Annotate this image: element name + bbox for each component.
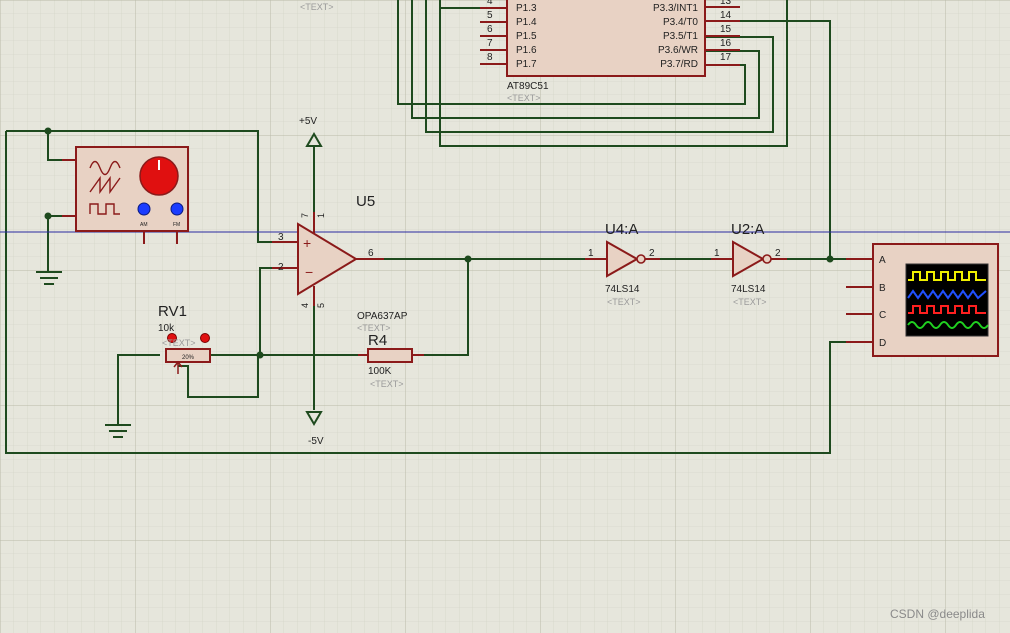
mcu-name: AT89C51 (507, 81, 549, 92)
r4-body (367, 348, 413, 363)
u2a-ref: U2:A (731, 221, 764, 238)
u4a-ref: U4:A (605, 221, 638, 238)
rv1-increase-icon[interactable] (200, 333, 210, 343)
r4-value: 100K (368, 366, 392, 377)
fm-terminal-icon[interactable] (170, 202, 184, 216)
u4a-text-placeholder: <TEXT> (607, 297, 641, 307)
junction-feedback (464, 255, 472, 263)
scope-channel-b: B (879, 283, 886, 294)
opamp-pin-bot: 4 (300, 303, 310, 308)
mcu-right-pin-label: P3.7/RD (660, 59, 698, 70)
opamp-pin-top2: 1 (316, 213, 326, 218)
mcu-left-pin-num: 4 (487, 0, 493, 7)
mcu-left-pin-num: 8 (487, 52, 493, 63)
opamp-minus-symbol: − (305, 264, 313, 280)
u2a-pin-in: 1 (714, 248, 720, 259)
opamp-pin-bot2: 5 (316, 303, 326, 308)
opamp-pin-top: 7 (300, 213, 310, 218)
signal-generator[interactable]: AM FM (62, 146, 189, 244)
watermark: CSDN @deeplida (890, 607, 985, 621)
mcu-text-placeholder: <TEXT> (507, 93, 541, 103)
opamp-pin-minus: 2 (278, 262, 284, 273)
u4a-bubble (636, 254, 646, 264)
am-terminal-icon[interactable] (137, 202, 151, 216)
scope-channel-c: C (879, 310, 886, 321)
opamp-ref: U5 (356, 193, 375, 210)
junction-scope-a (826, 255, 834, 263)
u2a-part: 74LS14 (731, 284, 766, 295)
u4a-pin-in: 1 (588, 248, 594, 259)
mcu-right-pin-label: P3.5/T1 (663, 31, 698, 42)
vminus-label: -5V (308, 436, 324, 447)
mcu-left-pin-label: P1.4 (516, 17, 537, 28)
mcu-right-pin-num: 16 (720, 38, 732, 49)
mcu-left-pin-num: 6 (487, 24, 493, 35)
fm-label: FM (173, 222, 180, 228)
mcu-left-pin-label: P1.7 (516, 59, 537, 70)
rv1-ref: RV1 (158, 303, 187, 320)
mcu-right-pin-label: P3.4/T0 (663, 17, 698, 28)
mcu-right-pin-label: P3.3/INT1 (653, 3, 698, 14)
mcu-right-pin-num: 13 (720, 0, 732, 7)
opamp-part: OPA637AP (357, 311, 408, 322)
rv1-value: 10k (158, 323, 175, 334)
u4a-pin-out: 2 (649, 248, 655, 259)
grid-major (0, 0, 1010, 633)
mcu-right-pin-num: 15 (720, 24, 732, 35)
am-label: AM (140, 222, 148, 228)
mcu-right-pin-label: P3.6/WR (658, 45, 698, 56)
schematic-canvas: <TEXT> 4 P1.3 5 P1.4 6 P1.5 7 P1.6 8 P1.… (0, 0, 1010, 633)
mcu-left-pin-num: 5 (487, 10, 493, 21)
rv1-percent: 20% (182, 355, 195, 361)
opamp-plus-symbol: + (303, 235, 311, 251)
scope-channel-d: D (879, 338, 886, 349)
mcu-right-pin-num: 17 (720, 52, 732, 63)
stray-text-placeholder: <TEXT> (300, 2, 334, 12)
mcu-right-pin-num: 14 (720, 10, 732, 21)
junction-gen (44, 127, 52, 135)
u2a-bubble (762, 254, 772, 264)
u4a-part: 74LS14 (605, 284, 640, 295)
junction-gen-ground (44, 212, 52, 220)
opamp-pin-out: 6 (368, 248, 374, 259)
mcu-left-pin-label: P1.5 (516, 31, 537, 42)
mcu-left-pin-num: 7 (487, 38, 493, 49)
u2a-pin-out: 2 (775, 248, 781, 259)
mcu-left-pin-label: P1.6 (516, 45, 537, 56)
junction-minus (256, 351, 264, 359)
opamp-pin-plus: 3 (278, 232, 284, 243)
r4-ref: R4 (368, 332, 387, 349)
mcu-left-pin-label: P1.3 (516, 3, 537, 14)
r4-text-placeholder: <TEXT> (370, 379, 404, 389)
rv1-text-placeholder: <TEXT> (162, 338, 196, 348)
vplus-label: +5V (299, 116, 317, 127)
u2a-text-placeholder: <TEXT> (733, 297, 767, 307)
scope-channel-a: A (879, 255, 886, 266)
